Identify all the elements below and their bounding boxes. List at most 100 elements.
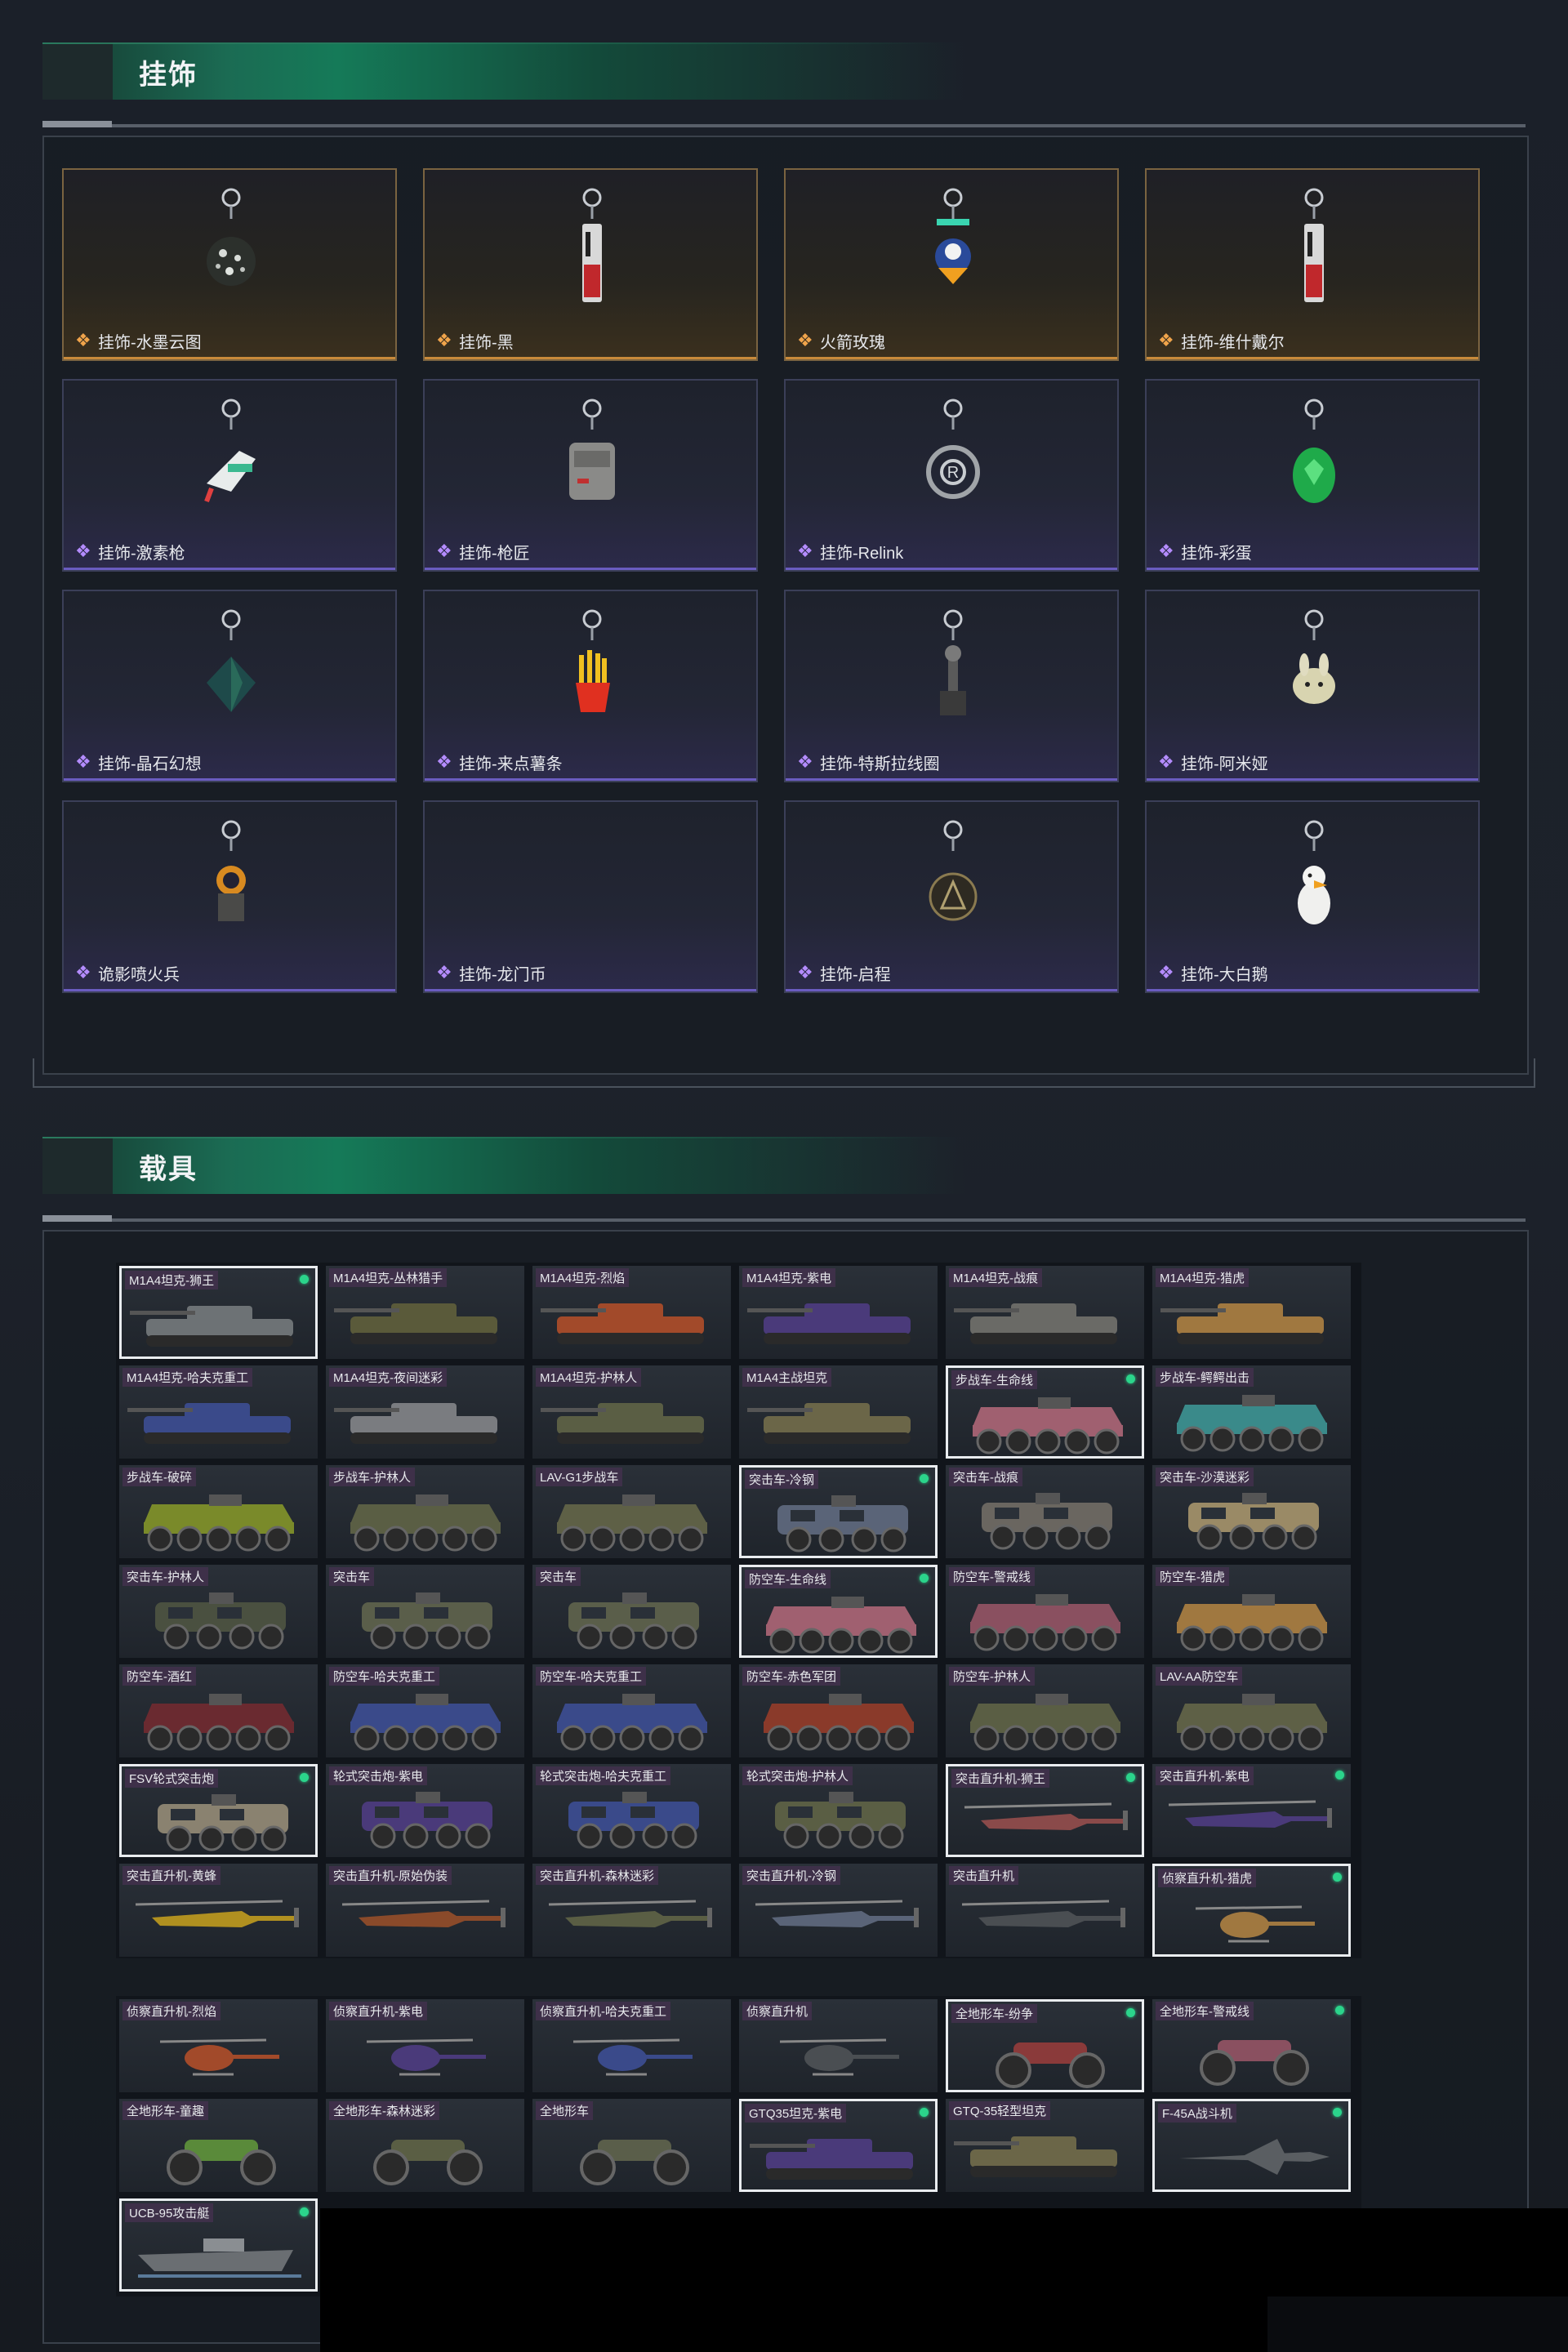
rarity-bar	[786, 989, 1117, 991]
vehicle-name: 步战车-鳄鳄出击	[1156, 1368, 1254, 1387]
vehicle-card[interactable]: 突击直升机-狮王	[946, 1764, 1144, 1857]
vehicle-name: M1A4主战坦克	[742, 1368, 832, 1387]
egg-charm-icon	[1293, 399, 1335, 503]
vehicle-card[interactable]: LAV-G1步战车	[532, 1465, 731, 1558]
vehicle-name: 轮式突击炮-紫电	[329, 1766, 427, 1785]
vehicle-card[interactable]: 防空车-警戒线	[946, 1565, 1144, 1658]
rarity-diamond-icon: ❖	[75, 751, 91, 772]
rarity-bar	[64, 357, 395, 359]
vehicle-card[interactable]: LAV-AA防空车	[1152, 1664, 1351, 1757]
vehicle-card[interactable]: UCB-95攻击艇	[119, 2198, 318, 2292]
vehicle-card[interactable]: 突击直升机-原始伪装	[326, 1864, 524, 1957]
vehicle-name: 侦察直升机-哈夫克重工	[536, 2002, 670, 2020]
vehicle-card[interactable]: 突击车-护林人	[119, 1565, 318, 1658]
vehicle-card[interactable]: 突击车-战痕	[946, 1465, 1144, 1558]
charm-image: R	[904, 394, 1002, 524]
charm-card[interactable]: ❖ 诡影喷火兵	[62, 800, 397, 993]
vehicle-card[interactable]: GTQ-35轻型坦克	[946, 2099, 1144, 2192]
charm-card[interactable]: ❖ 挂饰-龙门币	[423, 800, 758, 993]
charm-card[interactable]: ❖ 挂饰-维什戴尔	[1145, 168, 1480, 361]
vehicle-card[interactable]: 防空车-酒红	[119, 1664, 318, 1757]
vehicle-name: 突击车-战痕	[949, 1468, 1022, 1486]
vehicle-card[interactable]: 防空车-生命线	[739, 1565, 938, 1658]
vehicle-card[interactable]: 步战车-生命线	[946, 1365, 1144, 1459]
charm-card[interactable]: ❖ 火箭玫瑰	[784, 168, 1119, 361]
vehicle-card[interactable]: 步战车-护林人	[326, 1465, 524, 1558]
vehicle-card[interactable]: 突击直升机-冷钢	[739, 1864, 938, 1957]
charm-name: 挂饰-Relink	[820, 545, 904, 563]
charm-card[interactable]: ❖ 挂饰-启程	[784, 800, 1119, 993]
vehicle-card[interactable]: 防空车-哈夫克重工	[326, 1664, 524, 1757]
vehicle-card[interactable]: 防空车-赤色军团	[739, 1664, 938, 1757]
vehicle-card[interactable]: 防空车-猎虎	[1152, 1565, 1351, 1658]
owned-indicator	[1335, 1771, 1344, 1780]
vehicle-card[interactable]: 突击直升机	[946, 1864, 1144, 1957]
vehicle-card[interactable]: M1A4主战坦克	[739, 1365, 938, 1459]
vehicle-card[interactable]: M1A4坦克-烈焰	[532, 1266, 731, 1359]
vehicle-card[interactable]: 突击车	[326, 1565, 524, 1658]
rarity-bar	[425, 357, 756, 359]
vehicle-card[interactable]: 全地形车-森林迷彩	[326, 2099, 524, 2192]
charm-card[interactable]: ❖ 挂饰-大白鹅	[1145, 800, 1480, 993]
coin-charm-icon	[543, 815, 641, 946]
vehicle-card[interactable]: F-45A战斗机	[1152, 2099, 1351, 2192]
charm-card[interactable]: ❖ 挂饰-水墨云图	[62, 168, 397, 361]
vehicle-name: 防空车-哈夫克重工	[536, 1667, 646, 1686]
vehicle-card[interactable]: M1A4坦克-紫电	[739, 1266, 938, 1359]
vehicle-card[interactable]: GTQ35坦克-紫电	[739, 2099, 938, 2192]
vehicle-card[interactable]: 突击车	[532, 1565, 731, 1658]
vehicle-name: 步战车-破碎	[122, 1468, 196, 1486]
vehicle-name: 突击车-沙漠迷彩	[1156, 1468, 1254, 1486]
vehicle-card[interactable]: 轮式突击炮-紫电	[326, 1764, 524, 1857]
vehicle-card[interactable]: M1A4坦克-哈夫克重工	[119, 1365, 318, 1459]
charm-card[interactable]: R ❖ 挂饰-Relink	[784, 379, 1119, 572]
charm-name: 挂饰-晶石幻想	[98, 755, 202, 773]
svg-text:R: R	[947, 464, 959, 482]
vehicle-card[interactable]: 侦察直升机-紫电	[326, 1999, 524, 2092]
charm-image	[543, 394, 641, 524]
vehicle-card[interactable]: 全地形车-纷争	[946, 1999, 1144, 2092]
vehicle-card[interactable]: 全地形车-警戒线	[1152, 1999, 1351, 2092]
vehicle-card[interactable]: 侦察直升机-猎虎	[1152, 1864, 1351, 1957]
vehicle-card[interactable]: M1A4坦克-护林人	[532, 1365, 731, 1459]
bunny-charm-icon	[1293, 609, 1335, 704]
charm-card[interactable]: ❖ 挂饰-激素枪	[62, 379, 397, 572]
vehicle-card[interactable]: M1A4坦克-夜间迷彩	[326, 1365, 524, 1459]
owned-indicator	[300, 2207, 309, 2216]
charm-card[interactable]: ❖ 挂饰-枪匠	[423, 379, 758, 572]
charm-card[interactable]: ❖ 挂饰-彩蛋	[1145, 379, 1480, 572]
vehicle-card[interactable]: 防空车-哈夫克重工	[532, 1664, 731, 1757]
rarity-diamond-icon: ❖	[75, 330, 91, 350]
vehicle-card[interactable]: 轮式突击炮-护林人	[739, 1764, 938, 1857]
vehicle-card[interactable]: 突击车-冷钢	[739, 1465, 938, 1558]
charm-card[interactable]: ❖ 挂饰-黑	[423, 168, 758, 361]
vehicle-card[interactable]: 侦察直升机-哈夫克重工	[532, 1999, 731, 2092]
vehicle-card[interactable]: FSV轮式突击炮	[119, 1764, 318, 1857]
charm-card[interactable]: ❖ 挂饰-阿米娅	[1145, 590, 1480, 782]
charm-card[interactable]: ❖ 挂饰-特斯拉线圈	[784, 590, 1119, 782]
vehicle-card[interactable]: M1A4坦克-丛林猎手	[326, 1266, 524, 1359]
charm-name: 挂饰-阿米娅	[1181, 755, 1268, 773]
vehicle-card[interactable]: M1A4坦克-狮王	[119, 1266, 318, 1359]
vehicle-card[interactable]: 侦察直升机	[739, 1999, 938, 2092]
vehicle-card[interactable]: 步战车-破碎	[119, 1465, 318, 1558]
vehicle-card[interactable]: 突击车-沙漠迷彩	[1152, 1465, 1351, 1558]
vehicle-name: LAV-AA防空车	[1156, 1667, 1243, 1686]
vehicle-card[interactable]: 全地形车	[532, 2099, 731, 2192]
fries-charm-icon	[576, 609, 610, 712]
vehicle-card[interactable]: 侦察直升机-烈焰	[119, 1999, 318, 2092]
vehicle-card[interactable]: 步战车-鳄鳄出击	[1152, 1365, 1351, 1459]
charms-section-header: 挂饰	[42, 42, 1526, 127]
vehicle-card[interactable]: M1A4坦克-战痕	[946, 1266, 1144, 1359]
charm-card[interactable]: ❖ 挂饰-来点薯条	[423, 590, 758, 782]
vehicle-card[interactable]: 防空车-护林人	[946, 1664, 1144, 1757]
charm-card[interactable]: ❖ 挂饰-晶石幻想	[62, 590, 397, 782]
vehicle-card[interactable]: 突击直升机-森林迷彩	[532, 1864, 731, 1957]
vehicle-card[interactable]: 全地形车-童趣	[119, 2099, 318, 2192]
owned-indicator	[1333, 2108, 1342, 2117]
vehicle-card[interactable]: 突击直升机-紫电	[1152, 1764, 1351, 1857]
vehicle-card[interactable]: 突击直升机-黄蜂	[119, 1864, 318, 1957]
vehicle-grid: M1A4坦克-狮王 M1A4坦克-丛林猎手 M1A4坦克-烈焰 M1A4坦克-紫电 M1…	[116, 1263, 1361, 1958]
vehicle-card[interactable]: 轮式突击炮-哈夫克重工	[532, 1764, 731, 1857]
vehicle-card[interactable]: M1A4坦克-猎虎	[1152, 1266, 1351, 1359]
